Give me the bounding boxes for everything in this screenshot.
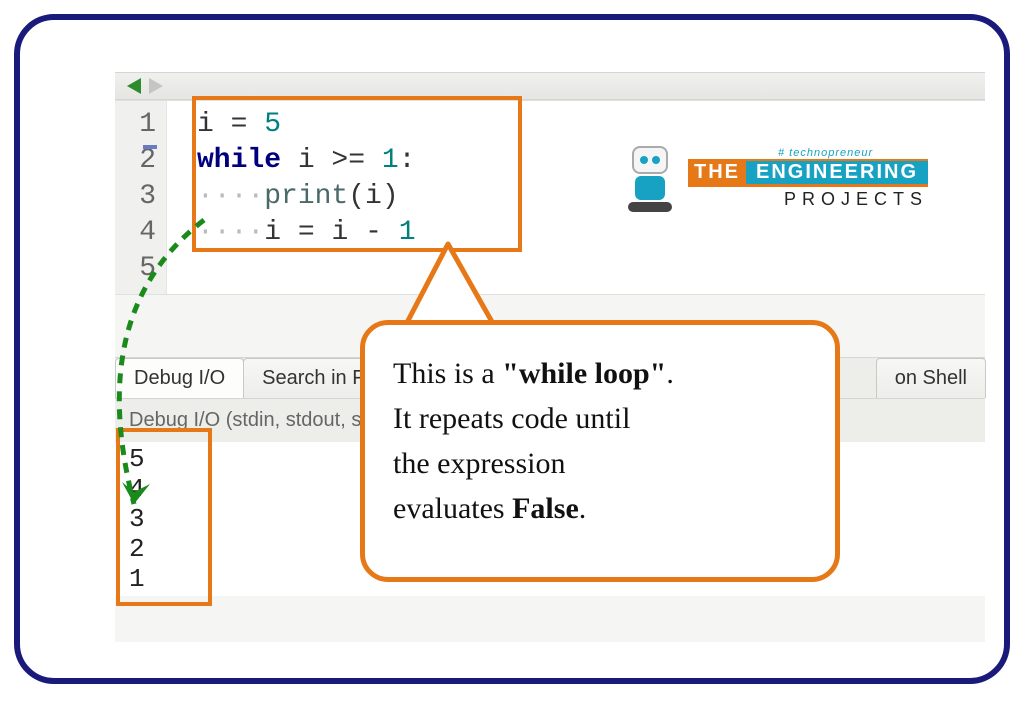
logo-tagline: # technopreneur [778, 147, 928, 159]
tab-debug-io[interactable]: Debug I/O [115, 358, 244, 398]
line-number: 5 [115, 251, 156, 287]
code-line-5 [197, 251, 416, 287]
tab-python-shell-partial[interactable]: on Shell [876, 358, 986, 398]
nav-back-icon[interactable] [127, 78, 141, 94]
line-number: 3 [115, 179, 156, 215]
line-number-gutter: 1 2 3 4 5 [115, 101, 167, 294]
line-number: 4 [115, 215, 156, 251]
callout-line-4: evaluates False. [393, 486, 807, 531]
line-number: 1 [115, 107, 156, 143]
fold-marker-icon[interactable] [143, 145, 157, 149]
brand-logo: # technopreneur THEENGINEERING PROJECTS [618, 138, 938, 218]
callout-line-1: This is a "while loop". [393, 351, 807, 396]
callout-line-3: the expression [393, 441, 807, 486]
diagram-frame: 1 2 3 4 5 i = 5 while i >= 1: ····print(… [14, 14, 1010, 684]
code-highlight-annotation [192, 96, 522, 252]
output-highlight-annotation [116, 428, 212, 606]
logo-text: # technopreneur THEENGINEERING PROJECTS [688, 147, 928, 210]
explanation-callout: This is a "while loop". It repeats code … [360, 320, 840, 582]
callout-line-2: It repeats code until [393, 396, 807, 441]
logo-subtitle: PROJECTS [688, 189, 928, 210]
robot-icon [618, 142, 682, 214]
nav-forward-icon[interactable] [149, 78, 163, 94]
logo-title-bar: THEENGINEERING [688, 159, 928, 187]
